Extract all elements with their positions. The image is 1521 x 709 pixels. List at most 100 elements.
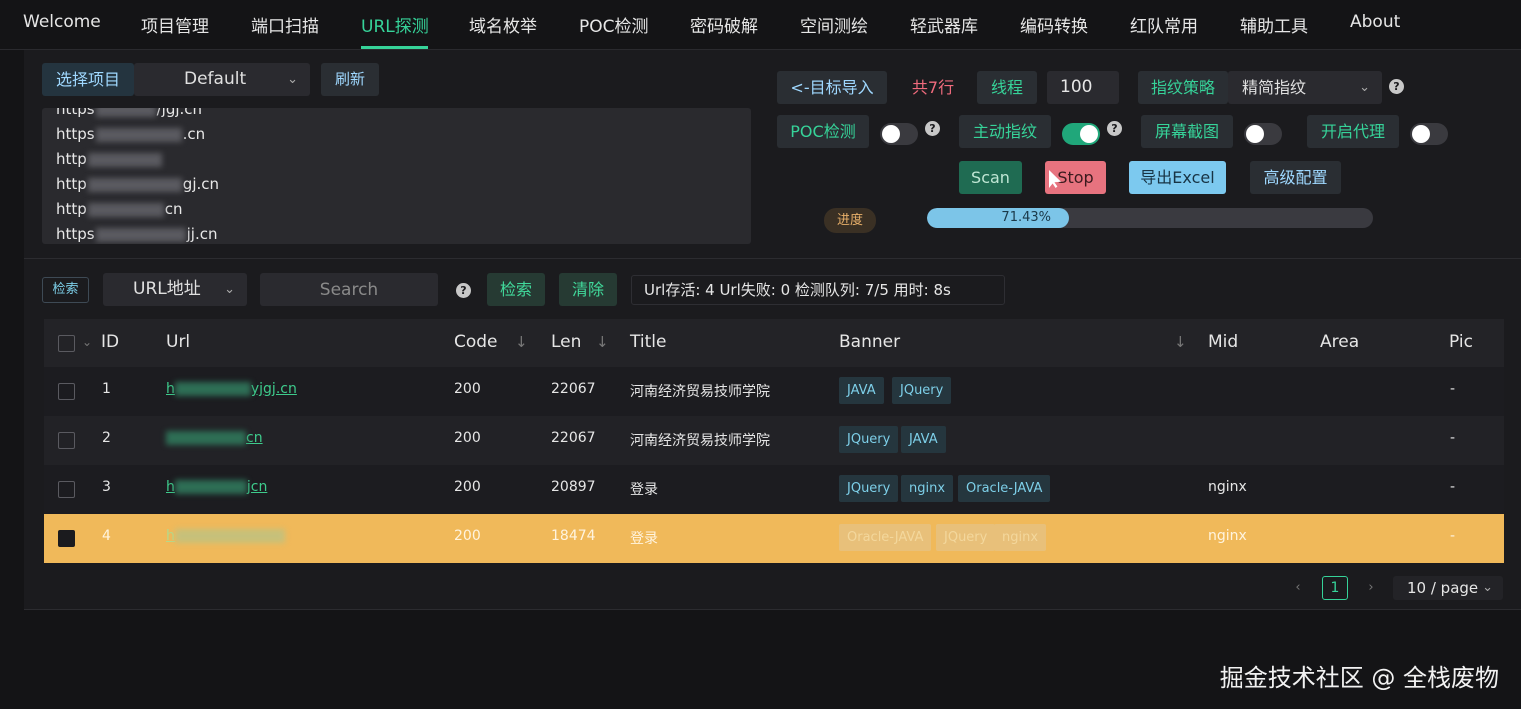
scan-button[interactable]: Scan [959,161,1022,194]
targets-textarea[interactable]: https/jgj.cn https .cn http http gj.cn htt… [42,108,751,244]
next-page-icon[interactable]: › [1359,576,1383,600]
progress-bar: 71.43% [927,208,1373,228]
cell-title: 登录 [630,531,658,547]
fingerprint-strategy-select[interactable]: 精简指纹 ⌄ [1228,71,1382,104]
advanced-config-button[interactable]: 高级配置 [1250,161,1341,194]
banner-tag: nginx [994,524,1047,551]
active-fingerprint-label: 主动指纹 [959,115,1051,148]
nav-space-mapping[interactable]: 空间测绘 [800,12,868,37]
cell-url[interactable]: h yjgj.cn [166,381,297,397]
table-row[interactable]: 2 cn 200 22067 河南经济贸易技师学院 JQuery JAVA - [44,416,1504,465]
column-len[interactable]: Len [551,332,581,352]
page-number[interactable]: 1 [1322,576,1348,600]
screenshot-toggle[interactable] [1244,123,1282,145]
banner-tag: JQuery [839,426,899,453]
stats-bar: Url存活: 4 Url失败: 0 检测队列: 7/5 用时: 8s [631,275,1005,305]
sort-arrow-icon[interactable]: ↓ [1174,333,1187,351]
url-text: jcn [246,479,268,495]
cell-url[interactable]: h jcn [166,479,267,495]
fingerprint-strategy-value: 精简指纹 [1242,78,1307,97]
cell-title: 登录 [630,482,658,498]
export-excel-button[interactable]: 导出Excel [1129,161,1226,194]
toggle-knob [1246,125,1264,143]
nav-welcome[interactable]: Welcome [23,12,101,32]
nav-password-crack[interactable]: 密码破解 [690,12,758,37]
rows-count: 共7行 [911,78,955,97]
nav-poc-detect[interactable]: POC检测 [579,12,649,37]
column-url: Url [166,332,191,352]
row-checkbox[interactable] [58,432,75,449]
sort-arrow-icon[interactable]: ↓ [515,333,528,351]
sort-arrow-icon[interactable]: ↓ [596,333,609,351]
progress-label: 进度 [824,208,876,233]
column-mid: Mid [1208,332,1239,352]
select-all-checkbox[interactable] [58,335,75,352]
chevron-down-icon: ⌄ [287,72,298,87]
nav-port-scan[interactable]: 端口扫描 [251,12,319,37]
row-checkbox[interactable] [58,481,75,498]
proxy-toggle[interactable] [1410,123,1448,145]
row-checkbox[interactable] [58,530,75,547]
chevron-down-icon: ⌄ [1482,580,1493,595]
threads-input[interactable]: 100 [1047,71,1119,104]
target-line: https .cn [56,125,206,143]
cell-id: 3 [102,479,111,495]
cell-url[interactable]: cn [166,430,263,446]
search-field-value: URL地址 [133,279,201,299]
help-icon[interactable]: ? [1107,121,1122,136]
search-field-select[interactable]: URL地址 ⌄ [103,273,247,306]
column-code[interactable]: Code [454,332,498,352]
banner-tag: Oracle-JAVA [958,475,1051,502]
target-line: https jj.cn [56,225,218,243]
section-divider [24,258,1521,259]
prev-page-icon[interactable]: ‹ [1286,576,1310,600]
table-row[interactable]: 3 h jcn 200 20897 登录 JQuery nginx Oracle-… [44,465,1504,514]
page-size-select[interactable]: 10 / page ⌄ [1393,576,1503,600]
import-targets-button[interactable]: <-目标导入 [777,71,887,104]
banner-tag: JQuery [839,475,899,502]
row-checkbox[interactable] [58,383,75,400]
project-select-value: Default [184,69,247,89]
cell-code: 200 [454,430,481,446]
fingerprint-strategy-label: 指纹策略 [1138,71,1228,104]
bottom-divider [24,609,1521,610]
nav-url-detect[interactable]: URL探测 [361,12,429,37]
nav-light-weapons[interactable]: 轻武器库 [910,12,978,37]
clear-button[interactable]: 清除 [559,273,617,306]
cell-title: 河南经济贸易技师学院 [630,433,770,449]
cell-pic: - [1450,430,1456,446]
top-nav: Welcome 项目管理 端口扫描 URL探测 域名枚举 POC检测 密码破解 … [0,0,1521,50]
cell-pic: - [1450,479,1456,495]
url-text: yjgj.cn [250,381,297,397]
nav-aux-tools[interactable]: 辅助工具 [1240,12,1308,37]
target-line: http [56,150,163,168]
nav-domain-enum[interactable]: 域名枚举 [469,12,537,37]
cell-pic: - [1450,381,1456,397]
project-select[interactable]: Default ⌄ [134,63,310,96]
target-line: http cn [56,200,183,218]
search-button[interactable]: 检索 [487,273,545,306]
column-title: Title [630,332,667,352]
refresh-button[interactable]: 刷新 [321,63,379,96]
search-input[interactable] [260,273,438,306]
cell-len: 20897 [551,479,596,495]
nav-encode-convert[interactable]: 编码转换 [1020,12,1088,37]
nav-about[interactable]: About [1350,12,1400,32]
help-icon[interactable]: ? [925,121,940,136]
help-icon[interactable]: ? [1389,79,1404,94]
cell-code: 200 [454,479,481,495]
threads-label: 线程 [977,71,1037,104]
nav-project-management[interactable]: 项目管理 [141,12,209,37]
help-icon[interactable]: ? [456,283,471,298]
poc-detect-label: POC检测 [777,115,869,148]
cell-url[interactable]: h [166,528,285,544]
search-scope-label: 检索 [42,277,89,303]
poc-detect-toggle[interactable] [880,123,918,145]
table-row[interactable]: 1 h yjgj.cn 200 22067 河南经济贸易技师学院 JAVA JQu… [44,367,1504,416]
active-fingerprint-toggle[interactable] [1062,123,1100,145]
toggle-knob [882,125,900,143]
nav-red-team[interactable]: 红队常用 [1130,12,1198,37]
chevron-down-icon[interactable]: ⌄ [82,335,92,349]
toggle-knob [1080,125,1098,143]
table-row-selected[interactable]: 4 h 200 18474 登录 Oracle-JAVA JQuery ngin… [44,514,1504,563]
